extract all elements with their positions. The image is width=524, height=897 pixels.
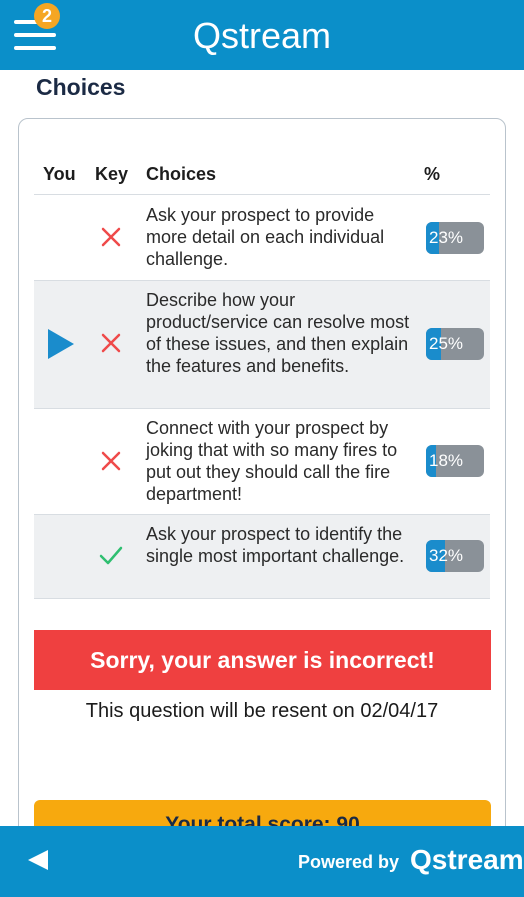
check-icon: [99, 546, 123, 565]
app-footer: Powered by Qstream: [0, 826, 524, 897]
cross-icon: [101, 227, 121, 247]
column-header-key: Key: [95, 164, 129, 184]
choice-text: Ask your prospect to identify the single…: [146, 524, 405, 566]
powered-by-label: Powered by: [298, 852, 400, 872]
column-header-you: You: [43, 164, 76, 184]
percent-label: 18%: [428, 451, 464, 470]
percent-bar: 25%: [426, 328, 484, 360]
choice-row-selected: Describe how your product/service can re…: [34, 280, 490, 409]
qstream-logo: Qstream: [410, 844, 524, 875]
incorrect-banner: Sorry, your answer is incorrect!: [34, 630, 491, 690]
percent-label: 32%: [428, 546, 464, 565]
choice-row: Connect with your prospect by joking tha…: [34, 408, 490, 515]
percent-label: 25%: [428, 334, 464, 353]
choice-row: Ask your prospect to identify the single…: [34, 514, 490, 599]
resend-notice: This question will be resent on 02/04/17: [85, 700, 439, 722]
section-title: Choices: [36, 74, 126, 100]
choice-text: Describe how your product/service can re…: [146, 290, 410, 376]
back-arrow-icon[interactable]: [28, 850, 48, 870]
percent-bar: 23%: [426, 222, 484, 254]
percent-bar: 18%: [426, 445, 484, 477]
percent-label: 23%: [428, 228, 464, 247]
cross-icon: [101, 451, 121, 471]
column-header-percent: %: [424, 164, 441, 184]
app-title: Qstream: [192, 15, 332, 56]
choice-text: Connect with your prospect by joking tha…: [146, 418, 398, 504]
column-header-choices: Choices: [146, 164, 217, 184]
play-icon: [48, 329, 74, 359]
app-header: 2 Qstream: [0, 0, 524, 70]
table-divider: [34, 598, 490, 599]
choice-text: Ask your prospect to provide more detail…: [146, 205, 385, 269]
cross-icon: [101, 333, 121, 353]
choice-row: Ask your prospect to provide more detail…: [34, 194, 490, 281]
percent-bar: 32%: [426, 540, 484, 572]
